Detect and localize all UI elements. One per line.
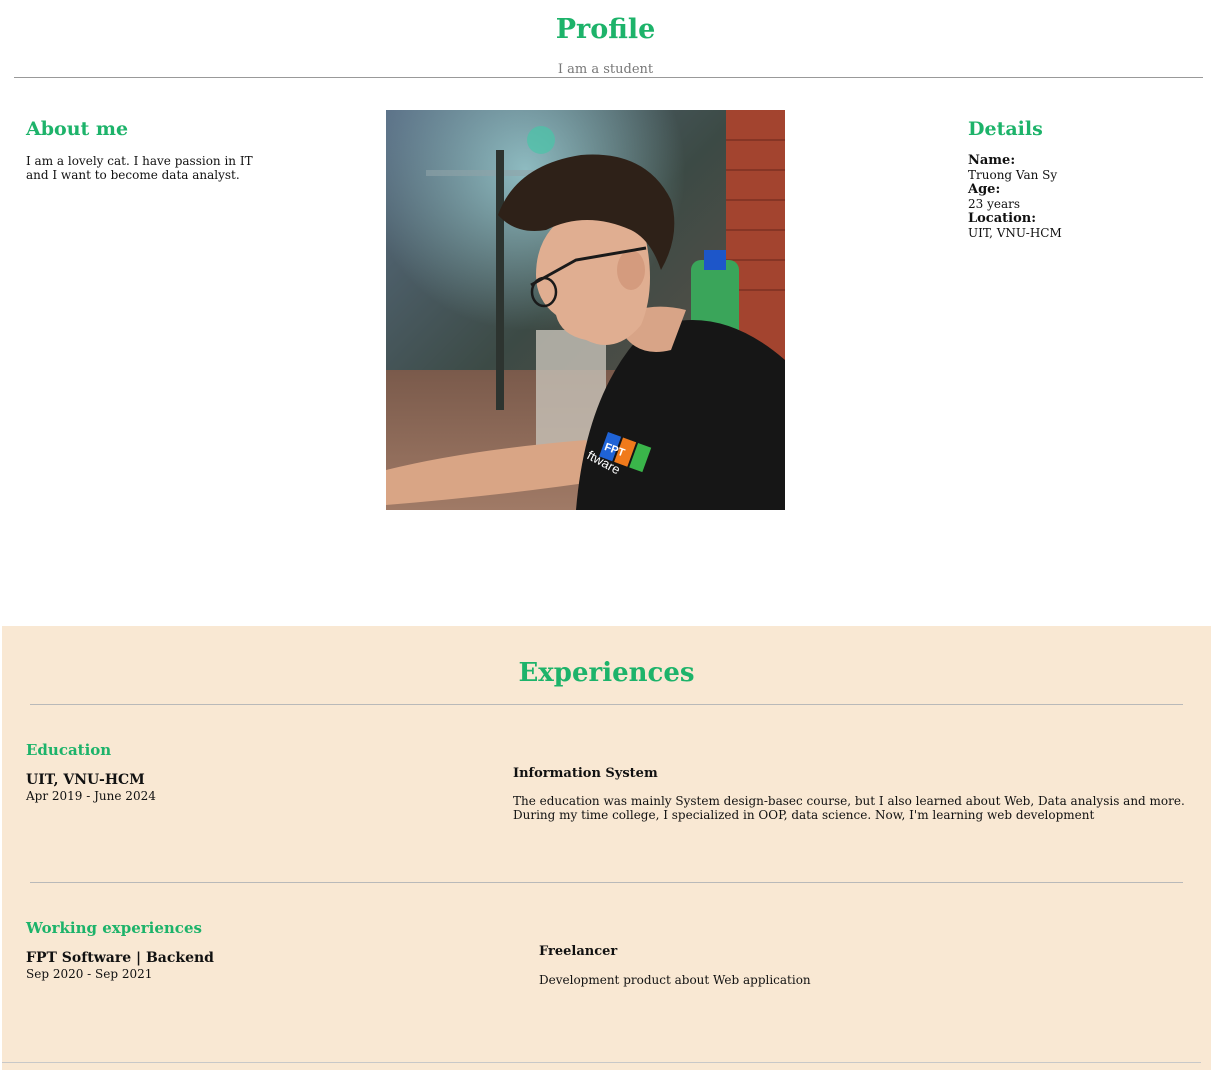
header-divider bbox=[14, 77, 1203, 78]
experiences-divider bbox=[30, 704, 1183, 705]
education-description-line1: The education was mainly System design-b… bbox=[513, 794, 1185, 808]
details-title: Details bbox=[968, 118, 1043, 140]
education-title: Education bbox=[26, 741, 112, 759]
education-description-line2: During my time college, I specialized in… bbox=[513, 808, 1095, 822]
work-dates: Sep 2020 - Sep 2021 bbox=[26, 967, 153, 981]
education-place: UIT, VNU-HCM bbox=[26, 772, 145, 788]
work-role: Freelancer bbox=[539, 944, 618, 959]
location-value: UIT, VNU-HCM bbox=[968, 226, 1062, 240]
work-title: Working experiences bbox=[26, 919, 202, 937]
location-label: Location: bbox=[968, 211, 1037, 226]
experiences-section: Experiences Education UIT, VNU-HCM Apr 2… bbox=[2, 626, 1211, 1070]
about-section: About me I am a lovely cat. I have passi… bbox=[26, 118, 256, 182]
about-title: About me bbox=[26, 118, 129, 140]
education-role: Information System bbox=[513, 766, 658, 781]
age-value: 23 years bbox=[968, 197, 1021, 211]
name-value: Truong Van Sy bbox=[968, 168, 1058, 182]
page-title: Profile bbox=[555, 14, 656, 45]
profile-photo: FPT ftware bbox=[386, 110, 785, 510]
education-description: The education was mainly System design-b… bbox=[513, 794, 1193, 822]
details-section: Details Name: Truong Van Sy Age: 23 year… bbox=[968, 118, 1188, 241]
bottom-divider bbox=[2, 1062, 1201, 1063]
work-place: FPT Software | Backend bbox=[26, 950, 214, 966]
about-text: I am a lovely cat. I have passion in IT … bbox=[26, 154, 253, 182]
education-divider bbox=[30, 882, 1183, 883]
age-label: Age: bbox=[968, 182, 1001, 197]
experiences-title: Experiences bbox=[518, 658, 695, 688]
page-subtitle: I am a student bbox=[557, 62, 654, 77]
education-dates: Apr 2019 - June 2024 bbox=[26, 789, 156, 803]
page-header: Profile I am a student bbox=[0, 0, 1211, 80]
work-description: Development product about Web applicatio… bbox=[539, 973, 811, 987]
name-label: Name: bbox=[968, 153, 1016, 168]
